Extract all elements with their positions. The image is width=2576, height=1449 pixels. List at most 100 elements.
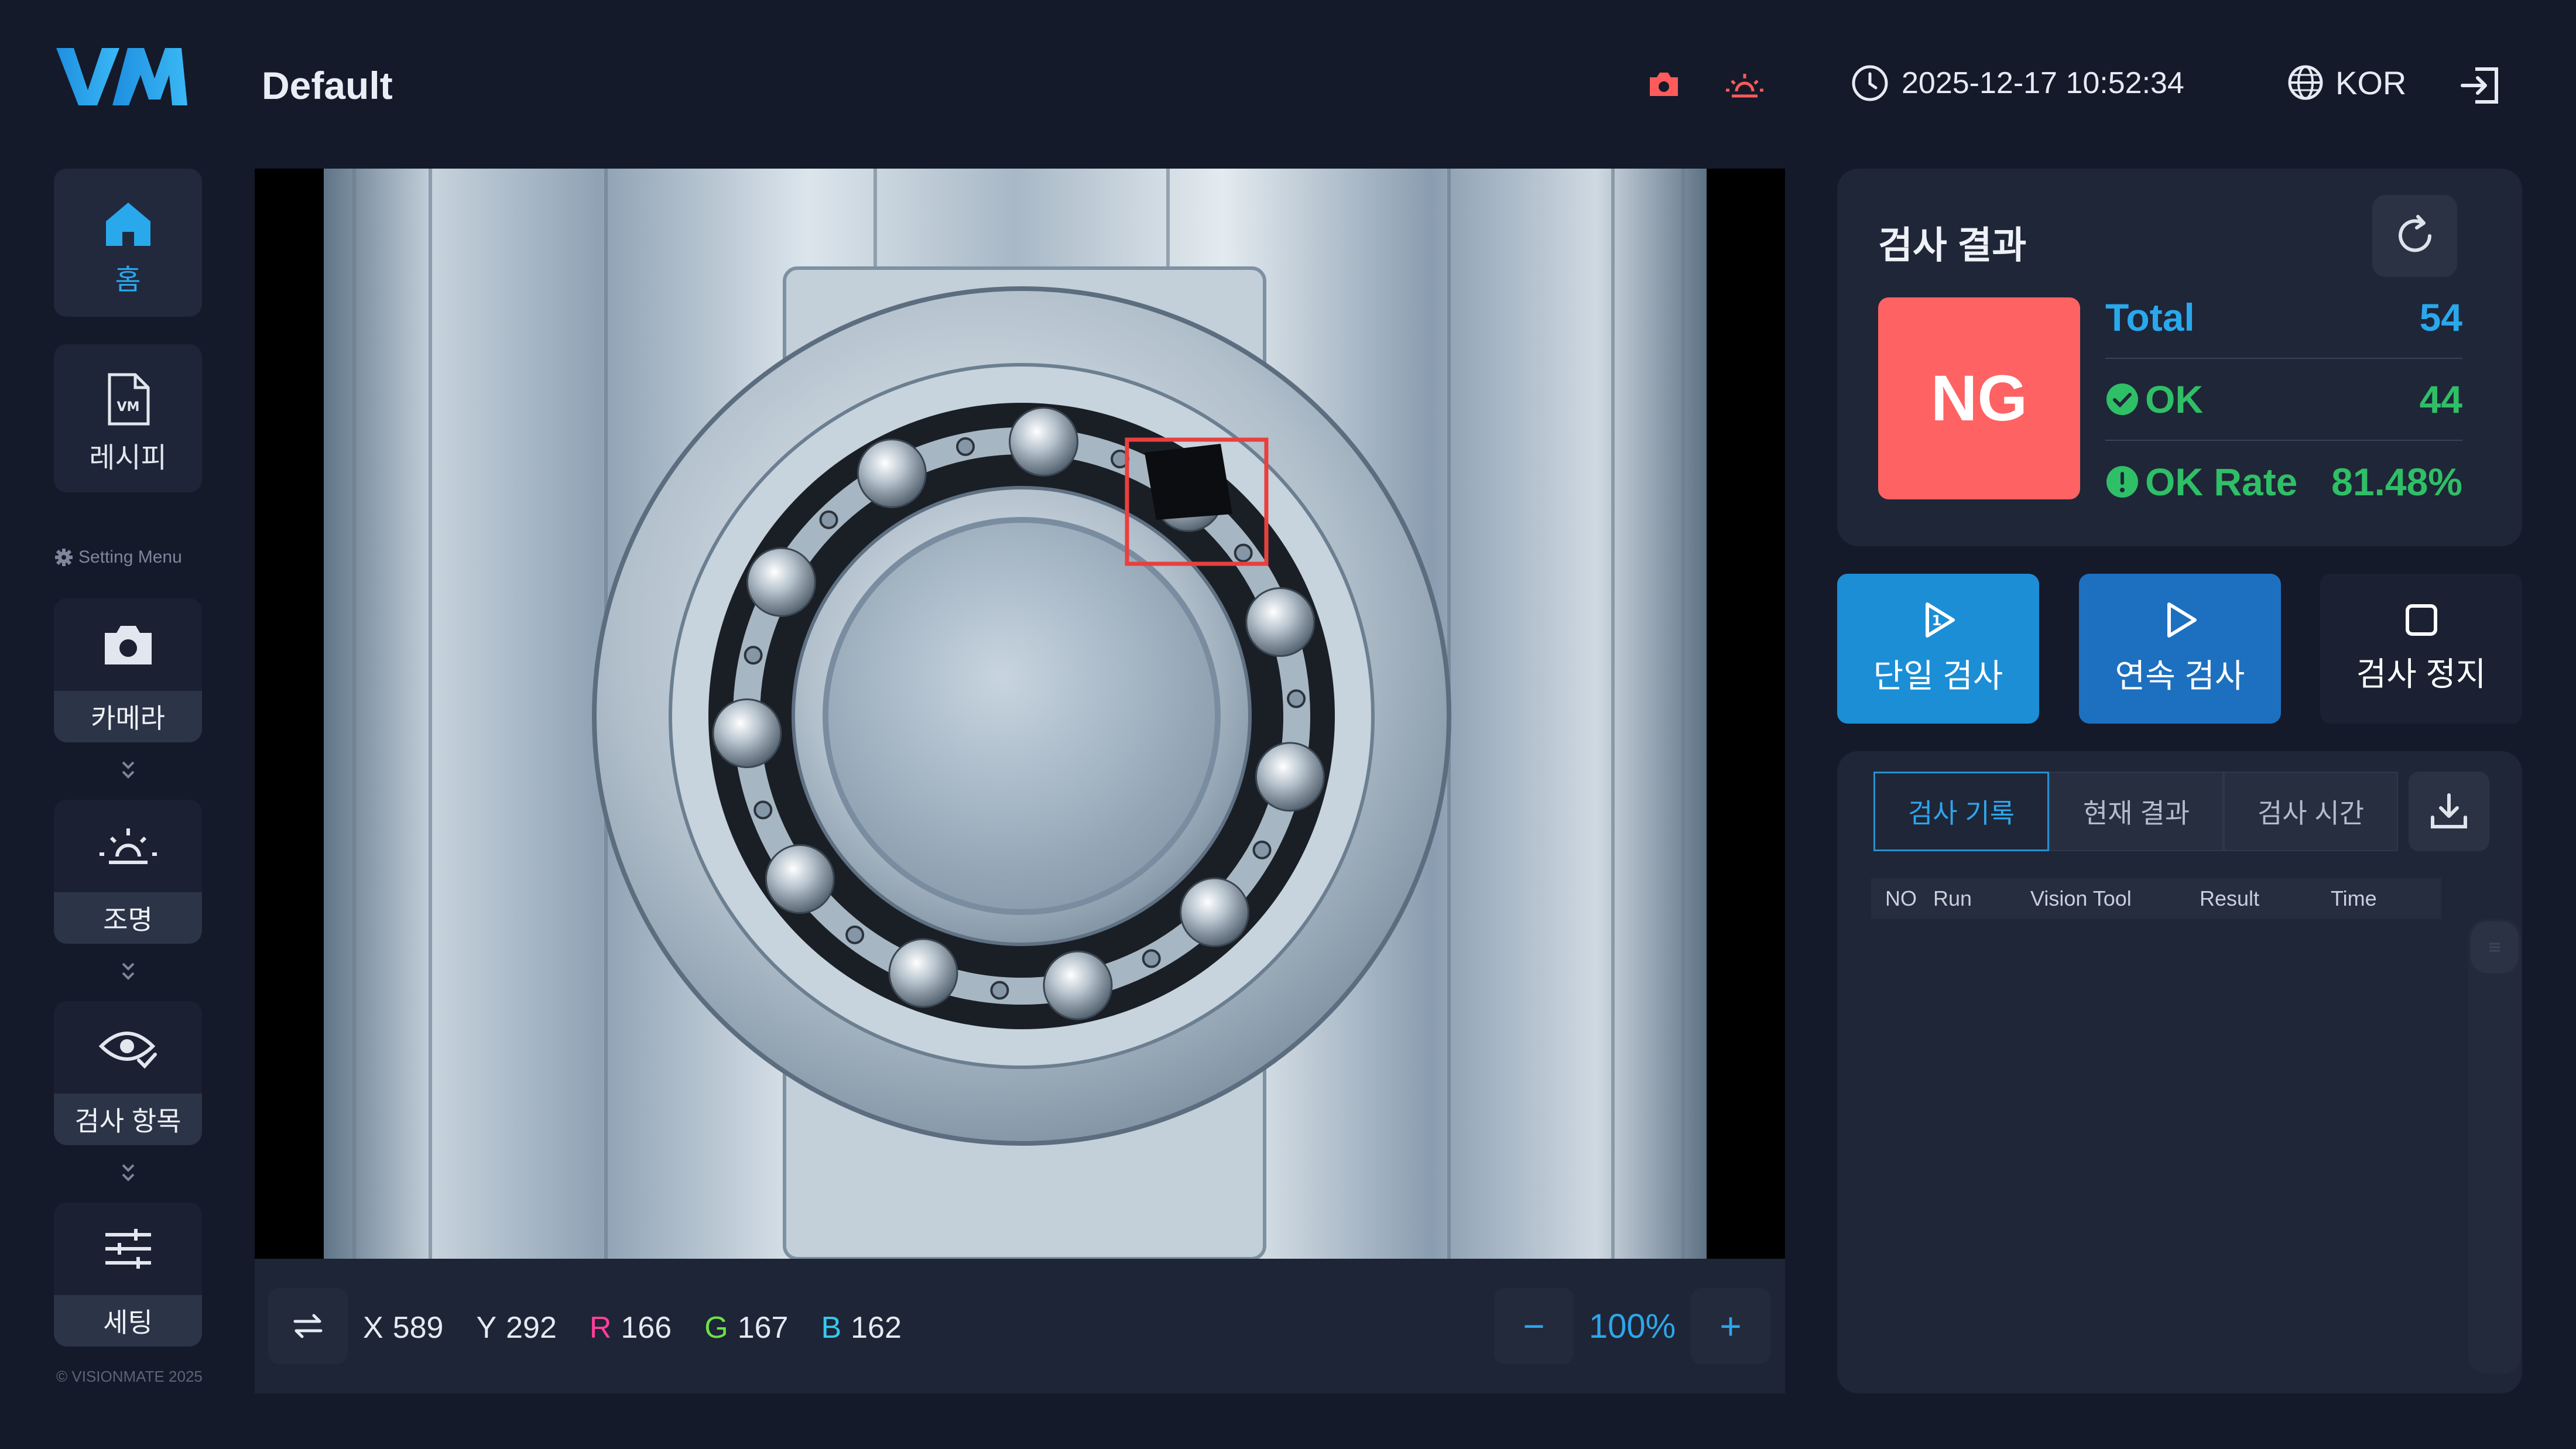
ok-value: 44 <box>2419 378 2462 421</box>
alert-circle-icon <box>2106 466 2138 498</box>
records-table-header: NO Run Vision Tool Result Time <box>1871 878 2441 919</box>
x-label: X <box>363 1311 383 1345</box>
cage-hole <box>753 800 773 820</box>
stop-inspection-label: 검사 정지 <box>2356 655 2486 693</box>
single-inspection-button[interactable]: 1 단일 검사 <box>1837 574 2039 724</box>
scrollbar-thumb[interactable] <box>2471 922 2519 973</box>
sidebar-item-label: 레시피 <box>89 443 167 474</box>
r-label: R <box>589 1311 612 1345</box>
zoom-out-button[interactable]: − <box>1494 1288 1574 1364</box>
sidebar-step-inspection-items[interactable]: 검사 항목 <box>54 1001 202 1145</box>
result-status-badge: NG <box>1878 297 2080 499</box>
camera-status-icon[interactable] <box>1645 66 1683 103</box>
gear-icon <box>55 549 73 566</box>
sidebar-step-label: 카메라 <box>54 691 202 742</box>
zoom-level: 100% <box>1588 1307 1676 1345</box>
language-selector[interactable]: KOR <box>2286 63 2406 102</box>
bearing-ball <box>1009 407 1079 477</box>
cage-hole <box>1252 840 1272 859</box>
total-value: 54 <box>2419 296 2462 339</box>
bearing-ball <box>1245 587 1316 657</box>
light-status-icon[interactable] <box>1724 66 1763 103</box>
sidebar-step-label: 세팅 <box>54 1295 202 1347</box>
r-value: 166 <box>621 1311 672 1345</box>
bearing-ball <box>857 439 927 509</box>
sidebar-item-home[interactable]: 홈 <box>54 169 202 317</box>
setting-menu-caption: Setting Menu <box>54 547 182 567</box>
cage-hole <box>990 981 1009 1000</box>
datetime-display: 2025-12-17 10:52:34 <box>1850 63 2184 103</box>
sidebar-step-camera[interactable]: 카메라 <box>54 598 202 742</box>
total-row: Total 54 <box>2105 277 2462 359</box>
refresh-icon <box>2398 215 2431 252</box>
x-value: 589 <box>392 1311 444 1345</box>
records-scrollbar[interactable] <box>2468 919 2521 1373</box>
play-icon <box>2167 602 2197 638</box>
light-icon <box>99 828 157 864</box>
tab-current-result[interactable]: 현재 결과 <box>2049 772 2224 851</box>
sidebar-item-label: 홈 <box>115 265 141 296</box>
download-button[interactable] <box>2409 772 2489 851</box>
refresh-button[interactable] <box>2372 195 2457 277</box>
datetime-text: 2025-12-17 10:52:34 <box>1902 66 2184 100</box>
sidebar-step-light[interactable]: 조명 <box>54 800 202 944</box>
clock-icon <box>1852 65 1888 101</box>
cage-hole <box>819 510 838 529</box>
records-tabs: 검사 기록 현재 결과 검사 시간 <box>1873 772 2398 851</box>
cage-hole <box>845 925 865 944</box>
eye-check-icon <box>98 1032 157 1069</box>
bearing-ball <box>765 844 835 914</box>
inspection-image-viewer[interactable] <box>255 169 1785 1259</box>
cage-hole <box>1287 689 1306 708</box>
page-title: Default <box>262 64 393 107</box>
single-inspection-label: 단일 검사 <box>1873 657 2003 694</box>
cage-hole <box>1234 543 1253 563</box>
column-header: Run <box>1933 886 1972 910</box>
bearing-ball <box>1043 950 1113 1020</box>
svg-text:VM: VM <box>117 400 139 415</box>
logout-icon <box>2461 67 2498 104</box>
bearing-image <box>324 169 1707 1259</box>
ok-rate-value: 81.48% <box>2331 460 2462 503</box>
bearing-ball <box>712 698 782 768</box>
chevron-down-icon <box>115 1162 142 1185</box>
zoom-in-button[interactable]: + <box>1691 1288 1770 1364</box>
sidebar-step-settings[interactable]: 세팅 <box>54 1203 202 1347</box>
ok-rate-row: OK Rate 81.48% <box>2105 441 2462 523</box>
swap-button[interactable] <box>268 1288 348 1364</box>
b-value: 162 <box>851 1311 902 1345</box>
swap-icon <box>293 1314 323 1338</box>
y-value: 292 <box>506 1311 557 1345</box>
tab-inspection-history[interactable]: 검사 기록 <box>1873 772 2049 851</box>
logout-button[interactable] <box>2459 63 2503 108</box>
chevron-down-icon <box>115 759 142 782</box>
column-header: NO <box>1885 886 1917 910</box>
continuous-inspection-label: 연속 검사 <box>2115 657 2245 694</box>
bearing-ball <box>746 547 816 617</box>
continuous-inspection-button[interactable]: 연속 검사 <box>2079 574 2281 724</box>
y-label: Y <box>476 1311 497 1345</box>
tab-inspection-time[interactable]: 검사 시간 <box>2224 772 2398 851</box>
sidebar-item-recipe[interactable]: VM 레시피 <box>54 344 202 492</box>
pixel-readout: X 589 Y 292 R 166 G 167 B 162 <box>363 1310 902 1345</box>
total-label: Total <box>2105 296 2195 339</box>
ok-row: OK 44 <box>2105 359 2462 441</box>
svg-text:1: 1 <box>1931 612 1941 629</box>
stop-inspection-button[interactable]: 검사 정지 <box>2320 574 2522 724</box>
chevron-down-icon <box>115 960 142 984</box>
g-value: 167 <box>737 1311 789 1345</box>
b-label: B <box>821 1311 842 1345</box>
globe-icon <box>2288 65 2323 100</box>
check-circle-icon <box>2106 383 2138 415</box>
g-label: G <box>704 1311 728 1345</box>
camera-icon <box>104 626 152 664</box>
zoom-control: − 100% + <box>1494 1288 1770 1364</box>
download-icon <box>2431 793 2467 828</box>
sliders-icon <box>105 1229 151 1269</box>
bearing-ball <box>888 938 958 1008</box>
column-header: Time <box>2331 886 2377 910</box>
copyright: © VISIONMATE 2025 <box>56 1368 203 1385</box>
recipe-file-icon: VM <box>108 373 149 426</box>
sidebar-step-label: 조명 <box>54 892 202 944</box>
cage-hole <box>1142 949 1161 968</box>
